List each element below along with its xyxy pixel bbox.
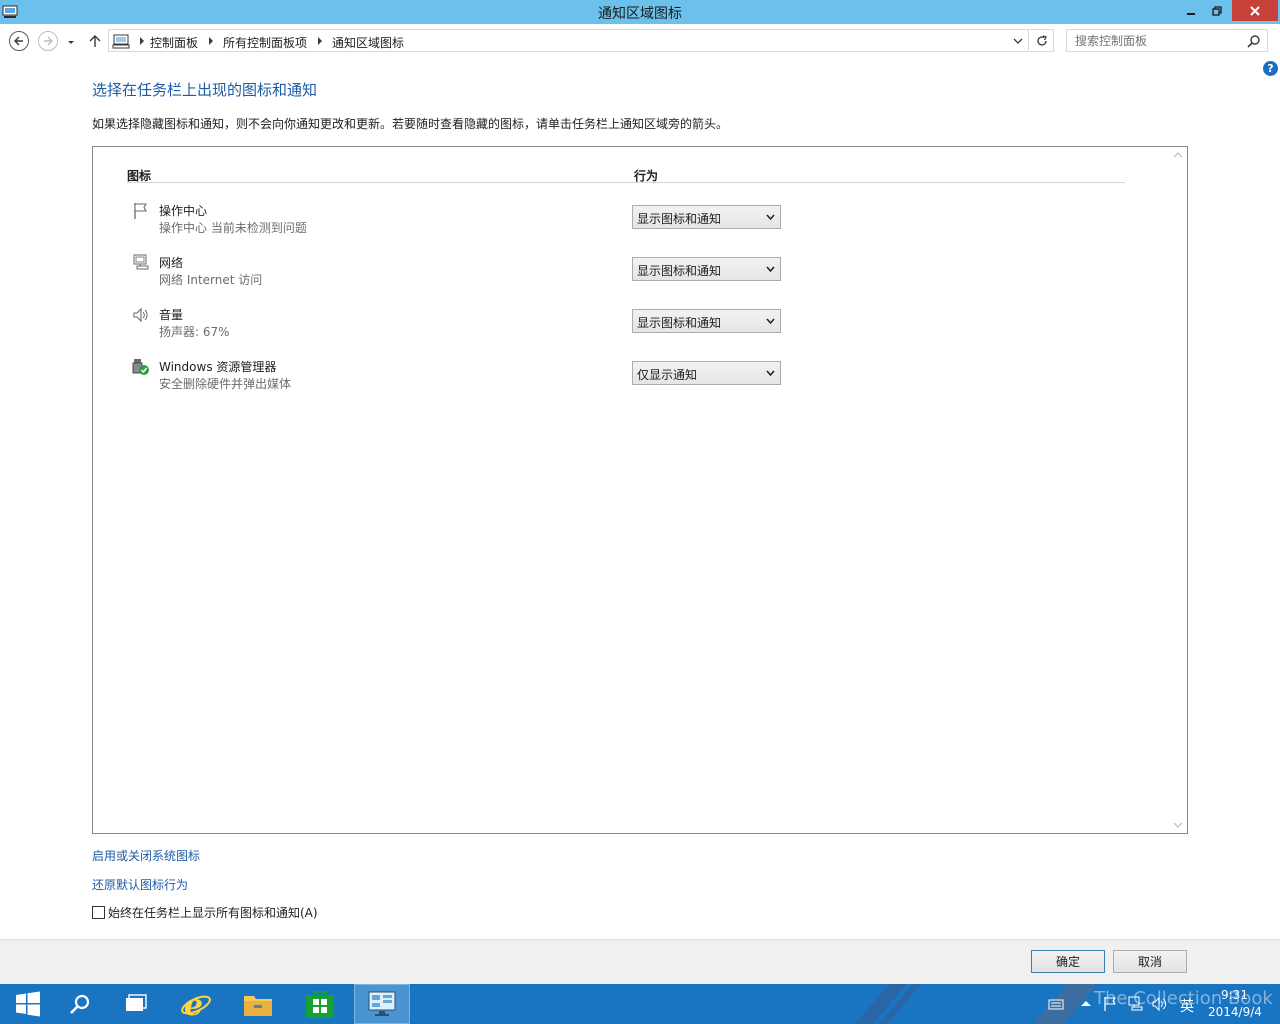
breadcrumb-all-items[interactable]: 所有控制面板项 — [223, 34, 307, 51]
refresh-icon — [1036, 34, 1047, 46]
arrow-left-icon — [14, 36, 23, 46]
scroll-up-icon[interactable] — [1173, 151, 1183, 159]
back-button[interactable] — [9, 31, 29, 51]
safely-remove-icon — [132, 359, 149, 375]
behavior-select-windows-explorer[interactable]: 仅显示通知 — [632, 361, 781, 385]
close-icon — [1250, 5, 1260, 16]
notification-icons-list: 图标 行为 操作中心 操作中心 当前未检测到问题 显示图标和通知 网络 网络 I… — [92, 146, 1188, 834]
keyboard-icon[interactable] — [1048, 996, 1064, 1012]
behavior-value: 仅显示通知 — [637, 368, 698, 382]
chevron-down-icon — [766, 370, 775, 377]
search-box[interactable] — [1066, 29, 1268, 52]
row-name-network: 网络 — [159, 256, 184, 270]
row-name-windows-explorer: Windows 资源管理器 — [159, 360, 277, 374]
row-subtitle-network: 网络 Internet 访问 — [159, 273, 263, 287]
task-view-icon — [126, 994, 147, 1011]
show-hidden-icons-chevron-icon[interactable] — [1078, 996, 1094, 1012]
volume-icon[interactable] — [1151, 996, 1167, 1012]
close-button[interactable] — [1232, 0, 1278, 21]
breadcrumb-separator-icon[interactable] — [207, 36, 215, 46]
row-name-volume: 音量 — [159, 308, 184, 322]
ok-button[interactable]: 确定 — [1031, 950, 1105, 973]
system-icons-link[interactable]: 启用或关闭系统图标 — [92, 847, 200, 864]
breadcrumb-separator-icon[interactable] — [316, 36, 324, 46]
taskbar: e The Collection Book 英 9:31 2014/9/4 — [0, 984, 1280, 1024]
taskbar-search-button[interactable] — [52, 984, 108, 1024]
forward-button[interactable] — [38, 31, 58, 51]
search-input[interactable] — [1067, 30, 1242, 51]
navigation-bar: 控制面板 所有控制面板项 通知区域图标 — [0, 24, 1280, 56]
show-all-icons-option[interactable]: 始终在任务栏上显示所有图标和通知(A) — [92, 904, 318, 921]
breadcrumb-control-panel[interactable]: 控制面板 — [150, 34, 198, 51]
control-panel-icon — [368, 991, 396, 1016]
restore-defaults-link[interactable]: 还原默认图标行为 — [92, 876, 188, 893]
behavior-select-action-center[interactable]: 显示图标和通知 — [632, 205, 781, 229]
behavior-value: 显示图标和通知 — [637, 212, 722, 226]
search-icon[interactable] — [1247, 34, 1261, 48]
flag-icon — [134, 203, 147, 219]
scroll-down-icon[interactable] — [1173, 821, 1183, 829]
start-button[interactable] — [0, 984, 56, 1024]
header-divider — [127, 182, 1125, 183]
window-title: 通知区域图标 — [598, 6, 682, 22]
internet-explorer-icon: e — [181, 988, 211, 1020]
task-view-button[interactable] — [108, 984, 164, 1024]
network-tray-icon[interactable] — [1127, 996, 1143, 1012]
help-button[interactable]: ? — [1263, 61, 1278, 76]
store-button[interactable] — [292, 984, 348, 1024]
row-subtitle-windows-explorer: 安全删除硬件并弹出媒体 — [159, 377, 292, 391]
start-icon — [16, 991, 40, 1017]
network-icon — [133, 254, 149, 270]
restore-button[interactable] — [1206, 0, 1228, 22]
behavior-select-network[interactable]: 显示图标和通知 — [632, 257, 781, 281]
row-subtitle-action-center: 操作中心 当前未检测到问题 — [159, 221, 307, 235]
file-explorer-icon — [244, 996, 272, 1016]
chevron-down-icon — [766, 266, 775, 273]
row-subtitle-volume: 扬声器: 67% — [159, 325, 230, 339]
show-all-icons-checkbox[interactable] — [92, 906, 105, 919]
title-bar: 通知区域图标 — [0, 0, 1280, 24]
address-dropdown-chevron-icon[interactable] — [1012, 35, 1024, 47]
chevron-down-icon — [766, 214, 775, 221]
page-title: 选择在任务栏上出现的图标和通知 — [92, 81, 318, 99]
chevron-down-icon — [766, 318, 775, 325]
vertical-scrollbar[interactable] — [1170, 147, 1187, 833]
minimize-button[interactable] — [1180, 0, 1202, 22]
behavior-value: 显示图标和通知 — [637, 316, 722, 330]
behavior-select-volume[interactable]: 显示图标和通知 — [632, 309, 781, 333]
up-arrow-icon[interactable] — [87, 33, 103, 49]
file-explorer-button[interactable] — [230, 984, 286, 1024]
address-bar[interactable]: 控制面板 所有控制面板项 通知区域图标 — [108, 29, 1029, 52]
recent-locations-chevron-icon[interactable] — [64, 35, 78, 49]
arrow-right-icon — [44, 36, 53, 46]
refresh-button[interactable] — [1030, 29, 1054, 52]
internet-explorer-button[interactable]: e — [168, 984, 224, 1024]
breadcrumb-notification-icons[interactable]: 通知区域图标 — [332, 34, 404, 51]
search-icon — [70, 994, 90, 1014]
restore-icon — [1212, 6, 1222, 16]
behavior-value: 显示图标和通知 — [637, 264, 722, 278]
input-language-indicator[interactable]: 英 — [1180, 996, 1194, 1016]
action-center-flag-icon[interactable] — [1102, 996, 1118, 1012]
page-description: 如果选择隐藏图标和通知，则不会向你通知更改和更新。若要随时查看隐藏的图标，请单击… — [92, 117, 729, 131]
clock-date[interactable]: 2014/9/4 — [1208, 1005, 1262, 1019]
cancel-button[interactable]: 取消 — [1113, 950, 1187, 973]
row-name-action-center: 操作中心 — [159, 204, 208, 218]
control-panel-taskbar-button[interactable] — [354, 984, 410, 1024]
dialog-footer: 确定 取消 — [0, 940, 1280, 984]
speaker-icon — [133, 307, 148, 323]
minimize-icon — [1187, 13, 1195, 15]
show-all-icons-label[interactable]: 始终在任务栏上显示所有图标和通知(A) — [108, 904, 318, 921]
clock-time[interactable]: 9:31 — [1221, 988, 1248, 1002]
breadcrumb-separator-icon — [140, 37, 144, 45]
computer-icon — [112, 34, 130, 49]
store-icon — [306, 991, 334, 1018]
